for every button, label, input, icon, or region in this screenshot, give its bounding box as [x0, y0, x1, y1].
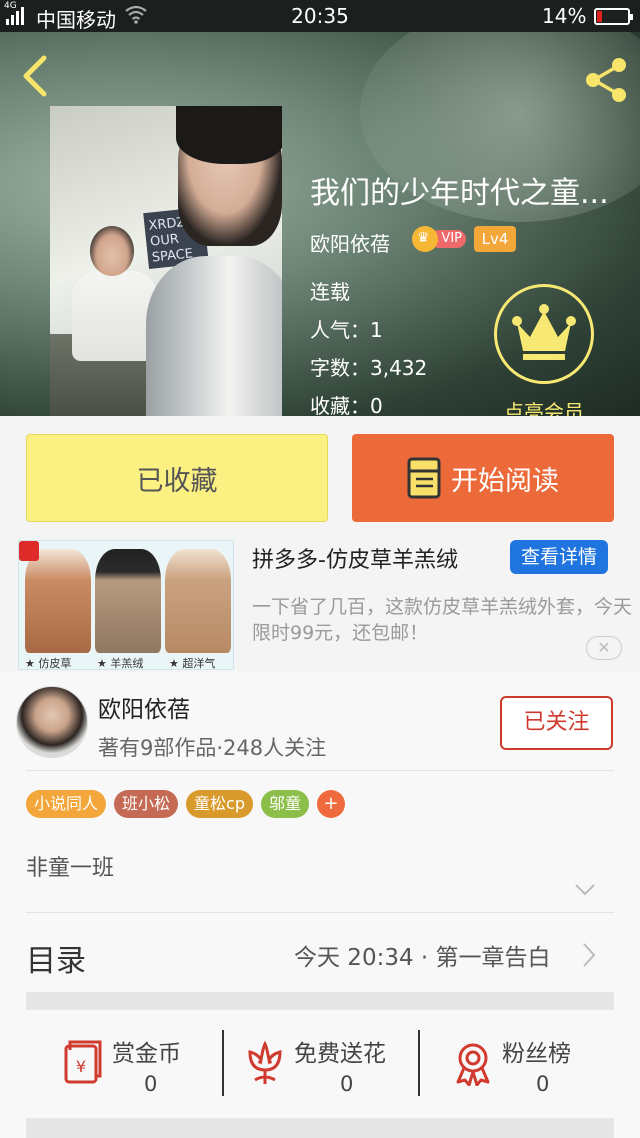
share-icon: [586, 58, 626, 102]
follow-button[interactable]: 已关注: [500, 696, 613, 750]
svg-text:¥: ¥: [76, 1057, 86, 1076]
crown-icon: [512, 304, 576, 360]
author-section: 欧阳依蓓 著有9部作品·248人关注 已关注 小说同人 班小松 童松cp 邬童 …: [0, 672, 640, 1138]
ad-close-button[interactable]: ✕: [586, 636, 622, 660]
member-label[interactable]: 点亮会员: [496, 396, 592, 416]
pinduoduo-logo-icon: [19, 541, 39, 561]
chevron-down-icon: [575, 884, 595, 896]
flower-icon: [248, 1040, 282, 1084]
support-actions: ¥ 赏金币 0 免费送花 0 粉丝榜 0: [26, 1010, 614, 1118]
start-reading-button[interactable]: 开始阅读: [352, 434, 614, 522]
tag-chip[interactable]: 小说同人: [26, 790, 107, 818]
avatar[interactable]: [16, 686, 88, 758]
book-author-link[interactable]: 欧阳依蓓: [310, 228, 390, 257]
author-name[interactable]: 欧阳依蓓: [98, 690, 190, 724]
medal-icon: [456, 1043, 490, 1086]
crown-icon: ♛: [412, 226, 438, 252]
send-flowers-button[interactable]: 免费送花 0: [224, 1010, 418, 1118]
share-button[interactable]: [580, 54, 632, 106]
vip-badge: VIP ♛: [412, 226, 466, 252]
chevron-right-icon[interactable]: [582, 942, 596, 968]
back-button[interactable]: [14, 52, 58, 100]
fans-ranking-button[interactable]: 粉丝榜 0: [420, 1010, 614, 1118]
chevron-left-icon: [23, 55, 47, 97]
ad-title[interactable]: 拼多多-仿皮草羊羔绒: [252, 542, 458, 574]
action-bar: 已收藏 开始阅读: [0, 416, 640, 536]
latest-chapter[interactable]: 今天 20:34 · 第一章告白: [294, 938, 551, 972]
ad-image[interactable]: ★ 仿皮草 ★ 羊羔绒 ★ 超洋气: [18, 540, 234, 670]
ad-description: 一下省了几百，这款仿皮草羊羔绒外套，今天限时99元，还包邮！: [252, 596, 633, 644]
tag-chip[interactable]: 童松cp: [186, 790, 253, 818]
book-cover-image[interactable]: XRDZ OUR SPACE: [50, 106, 282, 416]
red-envelope-icon: ¥: [64, 1040, 102, 1084]
tag-list: 小说同人 班小松 童松cp 邬童 +: [26, 790, 346, 820]
ad-banner[interactable]: ★ 仿皮草 ★ 羊羔绒 ★ 超洋气 拼多多-仿皮草羊羔绒 查看详情 一下省了几百…: [0, 536, 640, 672]
add-tag-button[interactable]: +: [317, 790, 346, 818]
serial-status: 连载: [310, 280, 350, 304]
favorites-stat: 收藏：0: [310, 394, 383, 416]
tag-chip[interactable]: 班小松: [114, 790, 179, 818]
book-title: 我们的少年时代之童...: [310, 176, 609, 211]
book-icon: [407, 457, 441, 499]
close-icon: ✕: [597, 638, 611, 657]
battery-percent: 14%: [542, 4, 587, 28]
battery-icon: [594, 8, 633, 25]
book-intro: 非童一班: [26, 856, 115, 881]
author-stats: 著有9部作品·248人关注: [98, 736, 327, 760]
collected-button[interactable]: 已收藏: [26, 434, 328, 522]
ad-caption: ★ 仿皮草: [25, 657, 72, 670]
popularity-stat: 人气：1: [310, 318, 383, 342]
status-bar: 4G 中国移动 20:35 14%: [0, 0, 640, 32]
divider: [26, 912, 614, 913]
section-spacer: [26, 992, 614, 1010]
toc-label[interactable]: 目录: [26, 936, 86, 980]
expand-intro-button[interactable]: [574, 882, 596, 896]
word-count-stat: 字数：3,432: [310, 356, 428, 380]
ad-caption: ★ 羊羔绒: [97, 657, 144, 670]
ad-detail-button[interactable]: 查看详情: [510, 540, 608, 574]
book-header: XRDZ OUR SPACE 我们的少年时代之童... 欧阳依蓓 VIP ♛ L…: [0, 32, 640, 416]
tag-chip[interactable]: 邬童: [261, 790, 310, 818]
section-spacer: [26, 1118, 614, 1138]
reward-coins-button[interactable]: ¥ 赏金币 0: [26, 1010, 222, 1118]
ad-caption: ★ 超洋气: [169, 657, 216, 670]
member-crown-button[interactable]: [494, 284, 594, 384]
divider: [26, 770, 614, 771]
level-badge: Lv4: [474, 226, 516, 252]
